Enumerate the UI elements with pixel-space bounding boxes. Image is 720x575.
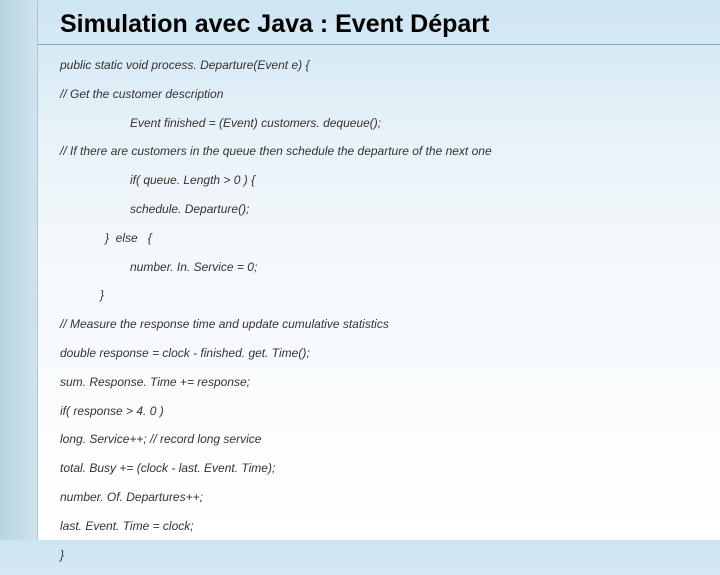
code-line: number. Of. Departures++; — [60, 489, 700, 506]
code-line: if( response > 4. 0 ) — [60, 403, 700, 420]
code-line: double response = clock - finished. get.… — [60, 345, 700, 362]
code-line: } — [60, 547, 700, 564]
code-line: // Measure the response time and update … — [60, 316, 700, 333]
code-line: number. In. Service = 0; — [60, 259, 700, 276]
code-line: } — [60, 287, 700, 304]
code-line: if( queue. Length > 0 ) { — [60, 172, 700, 189]
code-line: schedule. Departure(); — [60, 201, 700, 218]
code-line: public static void process. Departure(Ev… — [60, 57, 700, 74]
slide-content: Simulation avec Java : Event Départ publ… — [60, 10, 700, 575]
code-line: sum. Response. Time += response; — [60, 374, 700, 391]
code-line: Event finished = (Event) customers. dequ… — [60, 115, 700, 132]
code-line: long. Service++; // record long service — [60, 431, 700, 448]
slide-title: Simulation avec Java : Event Départ — [60, 10, 700, 39]
code-block: public static void process. Departure(Ev… — [60, 57, 700, 563]
sidebar-accent — [0, 0, 38, 540]
code-line: } else { — [60, 230, 700, 247]
code-line: // If there are customers in the queue t… — [60, 143, 700, 160]
code-line: last. Event. Time = clock; — [60, 518, 700, 535]
code-line: total. Busy += (clock - last. Event. Tim… — [60, 460, 700, 477]
code-line: // Get the customer description — [60, 86, 700, 103]
